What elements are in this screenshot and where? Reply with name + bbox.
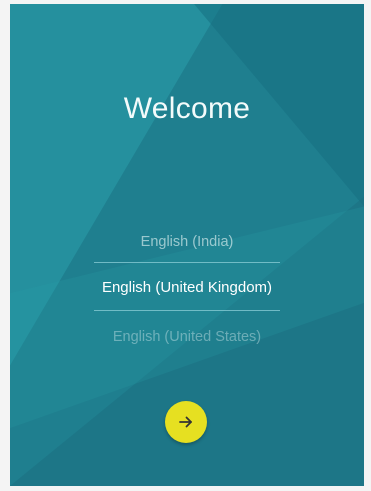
arrow-right-icon: [178, 414, 194, 430]
language-option-previous[interactable]: English (India): [50, 234, 324, 250]
next-button[interactable]: [165, 401, 207, 443]
page-title: Welcome: [123, 92, 251, 125]
language-option-selected[interactable]: English (United Kingdom): [50, 279, 324, 296]
language-picker[interactable]: English (India) English (United Kingdom)…: [50, 222, 324, 362]
picker-divider-bottom: [94, 310, 280, 311]
language-option-next[interactable]: English (United States): [50, 329, 324, 345]
picker-divider-top: [94, 262, 280, 263]
setup-welcome-screen: Welcome English (India) English (United …: [10, 4, 364, 486]
